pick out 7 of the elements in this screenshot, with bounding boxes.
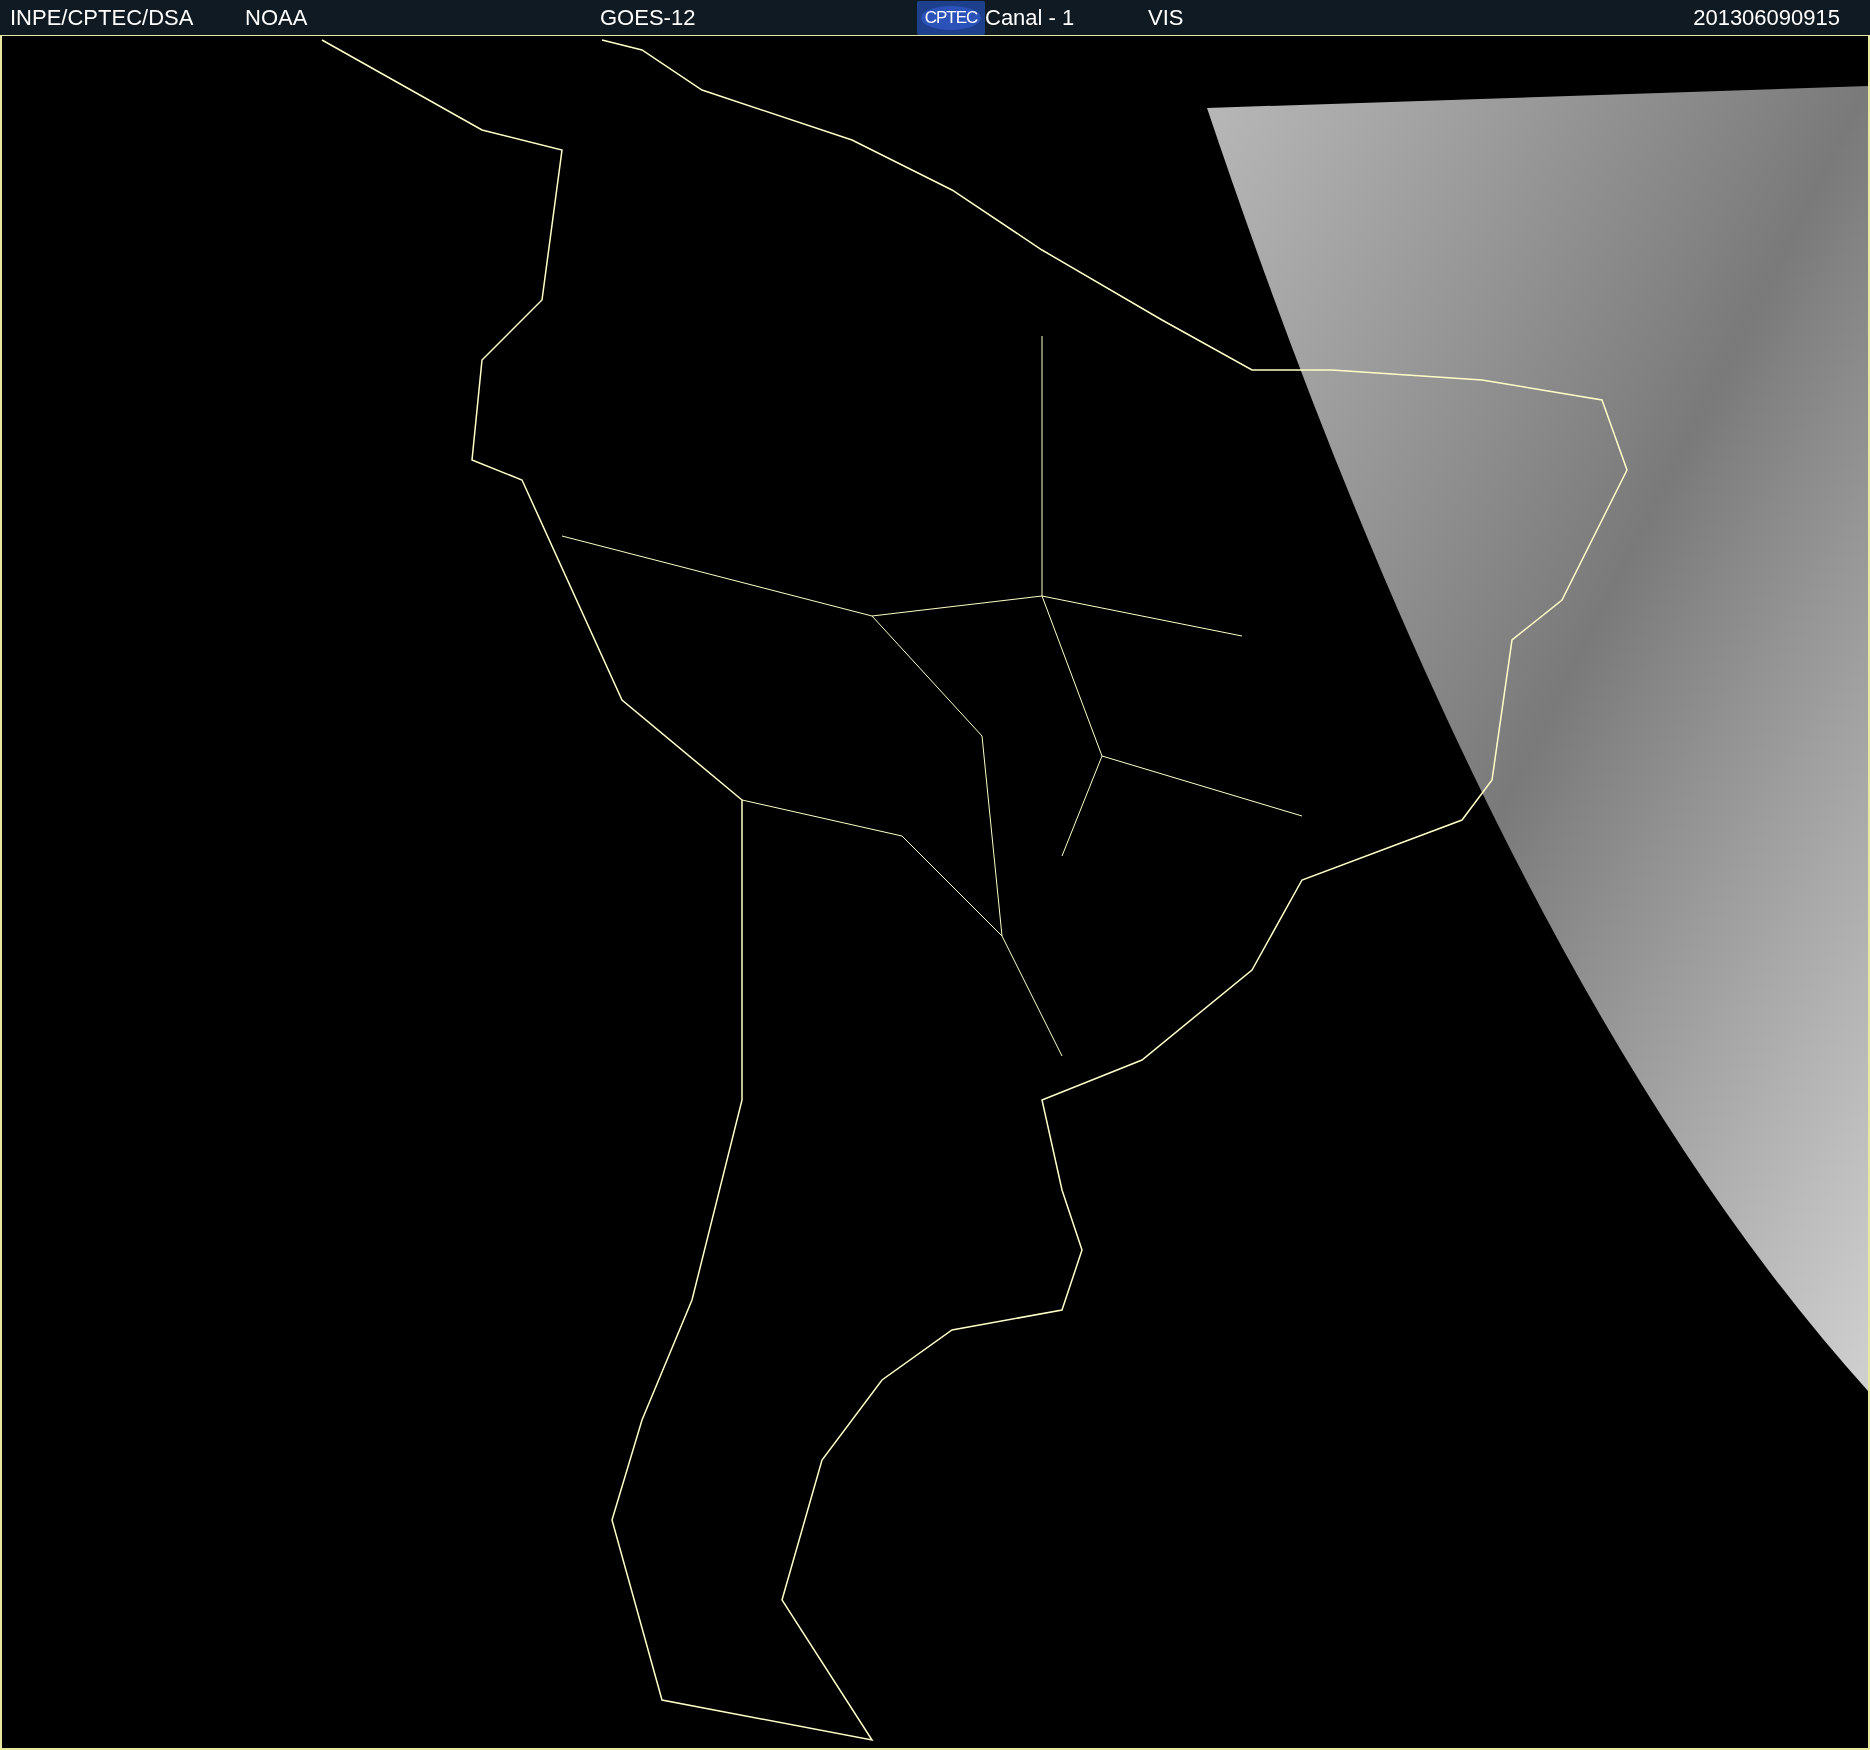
timestamp-label: 201306090915 [1693,4,1840,31]
agency-label: NOAA [245,4,309,31]
source-label: INPE/CPTEC/DSA [10,4,195,31]
satellite-label: GOES-12 [600,4,697,31]
channel-label: Canal - 1 [985,4,1076,31]
logo-text: CPTEC [920,5,982,30]
band-label: VIS [1148,4,1185,31]
